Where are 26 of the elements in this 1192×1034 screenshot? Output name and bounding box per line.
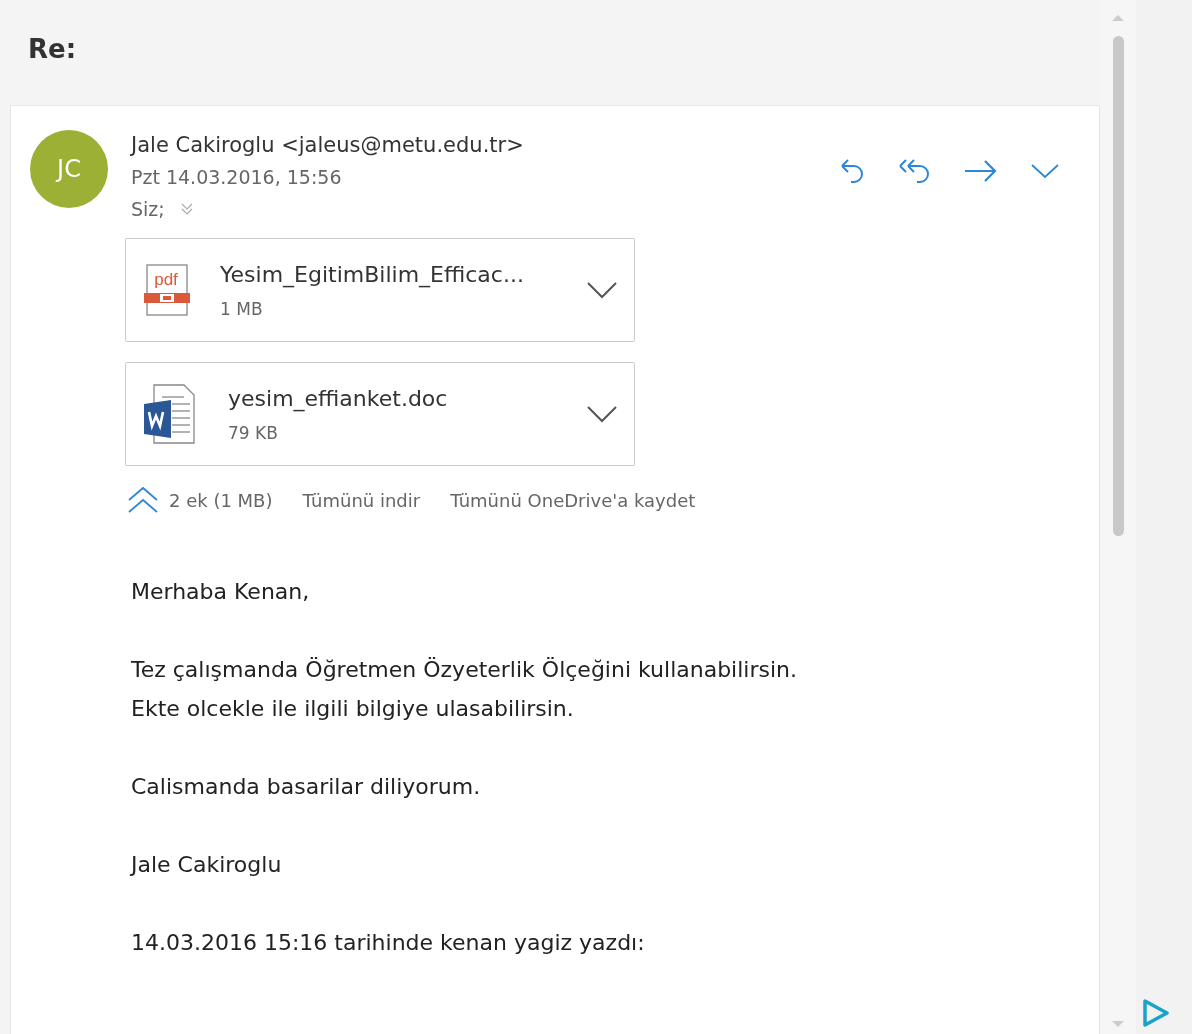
- message-paragraph: Merhaba Kenan,: [131, 578, 311, 606]
- chevron-down-icon[interactable]: [586, 405, 618, 423]
- attachment-size: 1 MB: [220, 298, 264, 319]
- attachment-link[interactable]: Tümünü indir: [302, 489, 421, 511]
- sender-name[interactable]: Jale Cakiroglu <jaleus@metu.edu.tr>: [131, 130, 837, 160]
- word-file-icon: [144, 384, 198, 444]
- scrollbar-thumb[interactable]: [1112, 36, 1124, 536]
- attachment-card[interactable]: yesim_effianket.doc 79 KB: [125, 362, 635, 466]
- attachment-name: Yesim_EgitimBilim_Efficac...: [220, 261, 525, 287]
- attachment-name: yesim_effianket.doc: [228, 385, 449, 411]
- sent-date: Pzt 14.03.2016, 15:56: [131, 166, 343, 188]
- collapse-icon[interactable]: [127, 486, 159, 514]
- attachment-link[interactable]: Tümünü OneDrive'a kaydet: [450, 489, 696, 511]
- attachment-card[interactable]: pdf Yesim_EgitimBilim_Efficac... 1 MB: [125, 238, 635, 342]
- chevron-down-icon[interactable]: [586, 281, 618, 299]
- sender-avatar: JC: [30, 130, 108, 208]
- message-paragraph: Tez çalışmanda Öğretmen Özyeterlik Ölçeğini kullanabilirsin. Ekte olcekle ile ilgili bilgiye ulasabilirsin.: [131, 656, 798, 723]
- play-icon[interactable]: [1142, 998, 1170, 1028]
- pdf-file-icon: pdf: [144, 263, 190, 317]
- message-paragraph: Jale Cakiroglu: [131, 851, 283, 879]
- attachment-summary: 2 ek (1 MB): [169, 489, 273, 511]
- message-paragraph: 14.03.2016 15:16 tarihinde kenan yagiz yazdı:: [131, 929, 646, 957]
- message-paragraph: Calismanda basarilar diliyorum.: [131, 773, 482, 801]
- recipients: Siz;: [131, 198, 165, 220]
- email-subject: Re:: [27, 33, 77, 66]
- attachment-size: 79 KB: [228, 422, 279, 443]
